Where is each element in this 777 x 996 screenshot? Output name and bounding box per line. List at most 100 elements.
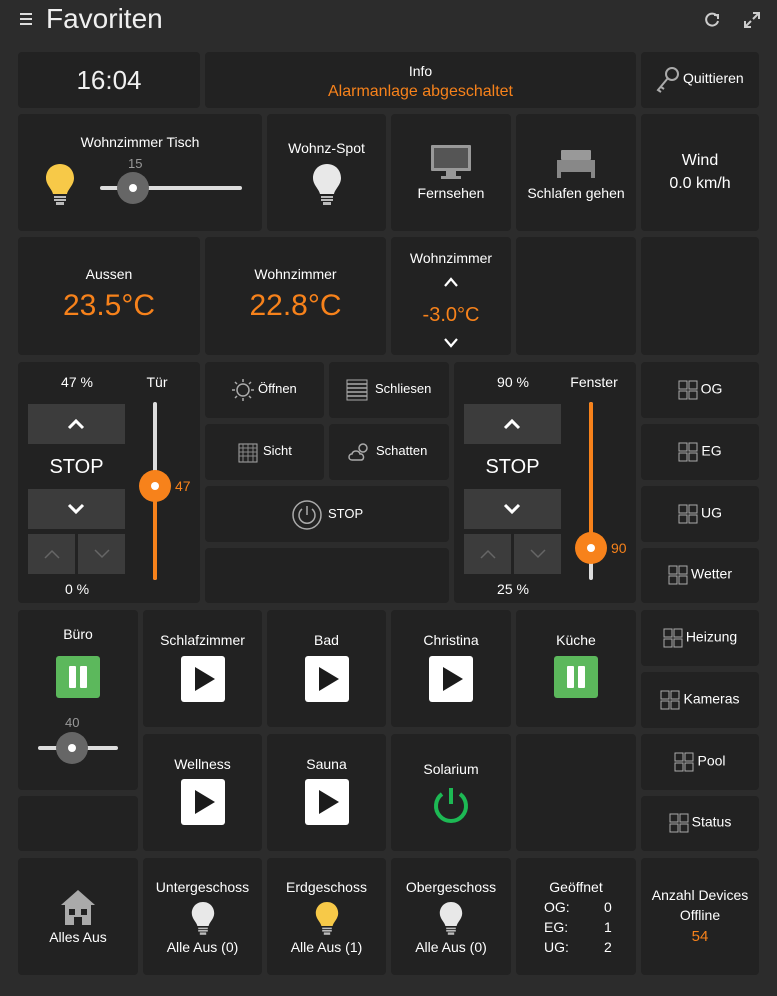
blind-tuer-slider-knob[interactable] bbox=[139, 470, 171, 502]
erdgeschoss-tile[interactable]: Erdgeschoss Alle Aus (1) bbox=[267, 858, 386, 975]
open-ug-row: UG: 2 bbox=[544, 939, 612, 955]
bulb-off-icon bbox=[439, 902, 463, 935]
monitor-icon bbox=[431, 145, 471, 179]
chevron-down-icon[interactable] bbox=[443, 336, 459, 348]
audio-kueche-label: Küche bbox=[556, 632, 596, 648]
temp-wohnzimmer-label: Wohnzimmer bbox=[254, 266, 337, 282]
power-icon bbox=[434, 788, 468, 823]
scene-view-button[interactable]: Sicht bbox=[205, 424, 324, 480]
empty-tile bbox=[205, 548, 449, 603]
empty-tile bbox=[641, 237, 759, 355]
audio-wellness-label: Wellness bbox=[174, 756, 231, 772]
blind-step-up-button[interactable] bbox=[28, 534, 75, 574]
temp-aussen-tile: Aussen 23.5°C bbox=[18, 237, 200, 355]
alarm-status: Alarmanlage abgeschaltet bbox=[327, 83, 513, 100]
alles-aus-button[interactable]: Alles Aus bbox=[18, 858, 138, 975]
nav-heizung-label: Heizung bbox=[685, 628, 738, 645]
blind-down-button[interactable] bbox=[464, 489, 561, 529]
open-title: Geöffnet bbox=[549, 879, 603, 895]
blind-step-up-button[interactable] bbox=[464, 534, 511, 574]
blind-down-button[interactable] bbox=[28, 489, 125, 529]
blind-up-button[interactable] bbox=[28, 404, 125, 444]
power-icon bbox=[292, 500, 322, 530]
offline-devices-tile: Anzahl Devices Offline 54 bbox=[641, 858, 759, 975]
solarium-tile[interactable]: Solarium bbox=[391, 734, 511, 851]
dimmer-knob[interactable] bbox=[117, 172, 149, 204]
temp-aussen-value: 23.5°C bbox=[62, 289, 156, 322]
nav-ug[interactable]: UG bbox=[641, 486, 759, 542]
nav-og[interactable]: OG bbox=[641, 362, 759, 418]
audio-volume-knob[interactable] bbox=[56, 732, 88, 764]
bulb-on-icon bbox=[315, 902, 339, 935]
shutter-view-icon bbox=[238, 443, 258, 463]
refresh-icon[interactable] bbox=[703, 11, 721, 29]
nav-heizung[interactable]: Heizung bbox=[641, 610, 759, 666]
scene-close-label: Schliesen bbox=[375, 381, 432, 396]
acknowledge-button[interactable]: Quittieren bbox=[641, 52, 759, 108]
play-button[interactable] bbox=[305, 779, 349, 825]
blind-tuer-percent-bottom: 0 % bbox=[64, 581, 90, 597]
empty-tile bbox=[516, 237, 636, 355]
audio-buero-volume: 40 bbox=[65, 715, 80, 730]
chevron-up-icon[interactable] bbox=[443, 276, 459, 288]
nav-kameras[interactable]: Kameras bbox=[641, 672, 759, 728]
scene-stop-button[interactable]: STOP bbox=[205, 486, 449, 542]
blind-up-button[interactable] bbox=[464, 404, 561, 444]
nav-eg[interactable]: EG bbox=[641, 424, 759, 480]
nav-status-label: Status bbox=[691, 813, 732, 830]
audio-bad-label: Bad bbox=[314, 632, 339, 648]
grid-icon bbox=[660, 690, 680, 710]
audio-sauna-tile: Sauna bbox=[267, 734, 386, 851]
scene-shade-button[interactable]: Schatten bbox=[329, 424, 449, 480]
scene-open-button[interactable]: Öffnen bbox=[205, 362, 324, 418]
nav-status[interactable]: Status bbox=[641, 796, 759, 851]
temp-aussen-label: Aussen bbox=[85, 266, 133, 282]
blind-stop-button[interactable]: STOP bbox=[464, 446, 561, 488]
grid-icon bbox=[678, 380, 698, 400]
audio-bad-tile: Bad bbox=[267, 610, 386, 727]
audio-sauna-label: Sauna bbox=[306, 756, 347, 772]
chevron-up-icon bbox=[480, 549, 496, 559]
blind-step-down-button[interactable] bbox=[514, 534, 561, 574]
obergeschoss-tile[interactable]: Obergeschoss Alle Aus (0) bbox=[391, 858, 511, 975]
pause-button[interactable] bbox=[554, 656, 598, 698]
play-button[interactable] bbox=[429, 656, 473, 702]
play-button[interactable] bbox=[305, 656, 349, 702]
play-button[interactable] bbox=[181, 779, 225, 825]
ug-title: Untergeschoss bbox=[155, 879, 250, 895]
audio-schlafzimmer-tile: Schlafzimmer bbox=[143, 610, 262, 727]
nav-kameras-label: Kameras bbox=[683, 690, 740, 707]
wind-value: 0.0 km/h bbox=[669, 175, 731, 192]
clock-tile: 16:04 bbox=[18, 52, 200, 108]
untergeschoss-tile[interactable]: Untergeschoss Alle Aus (0) bbox=[143, 858, 262, 975]
fernsehen-scene[interactable]: Fernsehen bbox=[391, 114, 511, 231]
info-tile: Info Alarmanlage abgeschaltet bbox=[205, 52, 636, 108]
menu-icon[interactable] bbox=[20, 13, 32, 25]
scene-shade-label: Schatten bbox=[376, 443, 428, 458]
nav-wetter[interactable]: Wetter bbox=[641, 548, 759, 603]
setpoint-label: Wohnzimmer bbox=[409, 250, 493, 266]
blind-tuer-percent-top: 47 % bbox=[61, 374, 93, 390]
nav-pool-label: Pool bbox=[697, 752, 726, 769]
blind-step-down-button[interactable] bbox=[78, 534, 125, 574]
blind-stop-button[interactable]: STOP bbox=[28, 446, 125, 488]
wohnz-spot-tile[interactable]: Wohnz-Spot bbox=[267, 114, 386, 231]
nav-pool[interactable]: Pool bbox=[641, 734, 759, 790]
setpoint-tile: Wohnzimmer -3.0°C bbox=[391, 237, 511, 355]
scene-close-button[interactable]: Schliesen bbox=[329, 362, 449, 418]
bulb-on-icon[interactable] bbox=[45, 162, 75, 206]
empty-tile bbox=[516, 734, 636, 851]
pause-button[interactable] bbox=[56, 656, 100, 698]
fullscreen-icon[interactable] bbox=[743, 11, 761, 29]
schlafen-scene[interactable]: Schlafen gehen bbox=[516, 114, 636, 231]
nav-wetter-label: Wetter bbox=[691, 565, 732, 582]
open-ug-value: 2 bbox=[604, 939, 612, 955]
blind-fenster-slider-knob[interactable] bbox=[575, 532, 607, 564]
alles-aus-label: Alles Aus bbox=[49, 929, 107, 945]
chevron-down-icon bbox=[67, 503, 85, 515]
clock-time: 16:04 bbox=[76, 65, 142, 95]
blind-fenster-percent-top: 90 % bbox=[497, 374, 529, 390]
play-button[interactable] bbox=[181, 656, 225, 702]
sleep-label: Schlafen gehen bbox=[527, 185, 625, 201]
acknowledge-label: Quittieren bbox=[683, 70, 744, 86]
